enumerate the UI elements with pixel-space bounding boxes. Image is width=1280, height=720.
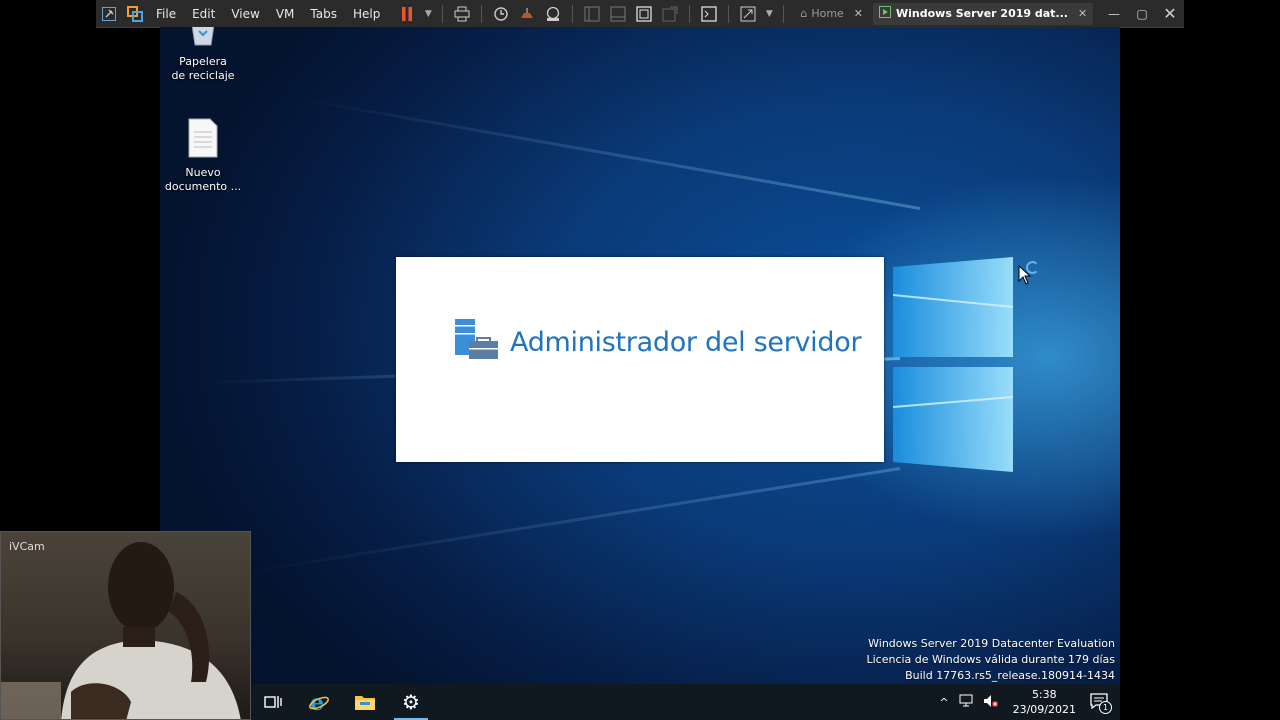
settings-icon[interactable]: ⚙ (388, 684, 434, 720)
watermark-line: Windows Server 2019 Datacenter Evaluatio… (868, 637, 1115, 650)
chevron-down-icon[interactable]: ▼ (763, 3, 775, 25)
notification-count: 1 (1099, 700, 1112, 714)
fullscreen-icon[interactable] (633, 3, 655, 25)
vmware-toolbar: File Edit View VM Tabs Help ▼ ▼ ⌂ Home ✕… (96, 0, 1184, 28)
close-icon[interactable]: ✕ (1078, 7, 1087, 20)
network-icon[interactable] (959, 694, 975, 711)
toolbar-divider (481, 4, 483, 23)
close-window-icon[interactable]: ✕ (1156, 4, 1184, 23)
close-icon[interactable]: ✕ (854, 7, 863, 20)
notification-center-icon[interactable]: 1 (1090, 692, 1112, 714)
toolbar-divider (572, 4, 574, 23)
stretch-guest-icon[interactable] (737, 3, 759, 25)
document-icon (160, 118, 248, 162)
watermark-line: Licencia de Windows válida durante 179 d… (866, 653, 1115, 666)
snapshot-icon[interactable] (490, 3, 512, 25)
webcam-overlay: iVCam (0, 531, 251, 720)
chevron-down-icon[interactable]: ▼ (422, 3, 434, 25)
desktop-icon-document[interactable]: Nuevo documento ... (160, 118, 248, 194)
maximize-icon[interactable]: ▢ (1128, 7, 1156, 21)
busy-spinner-icon (1026, 261, 1039, 274)
menu-view[interactable]: View (223, 7, 267, 21)
pause-icon[interactable] (396, 3, 418, 25)
console-view-icon[interactable] (698, 3, 720, 25)
library-view-icon[interactable] (581, 3, 603, 25)
toolbar-divider (689, 4, 691, 23)
watermark-line: Build 17763.rs5_release.180914-1434 (905, 669, 1115, 682)
light-beam (289, 95, 921, 210)
toolbar-divider (783, 4, 785, 23)
windows-logo (893, 257, 1013, 472)
chevron-up-icon[interactable]: ^ (939, 696, 948, 709)
home-icon: ⌂ (800, 7, 808, 20)
file-explorer-icon[interactable] (342, 684, 388, 720)
menu-file[interactable]: File (148, 7, 184, 21)
vmware-logo-icon[interactable] (124, 3, 146, 25)
window-controls: — ▢ ✕ (1100, 0, 1184, 27)
menu-edit[interactable]: Edit (184, 7, 223, 21)
internet-explorer-icon[interactable]: e (296, 684, 342, 720)
system-tray: ^ 5:38 23/09/2021 1 (933, 684, 1120, 720)
task-view-icon[interactable] (250, 684, 296, 720)
tab-label: Windows Server 2019 dat... (896, 7, 1068, 20)
tab-label: Home (811, 7, 844, 20)
guest-desktop[interactable]: Papelera de reciclaje Nuevo documento ..… (160, 27, 1120, 684)
recycle-bin-icon (160, 27, 248, 51)
webcam-person (1, 542, 241, 719)
server-manager-splash: Administrador del servidor (396, 257, 884, 462)
desktop-icon-recycle-bin[interactable]: Papelera de reciclaje (160, 27, 248, 83)
thumbnail-view-icon[interactable] (607, 3, 629, 25)
toolbar-divider (728, 4, 730, 23)
minimize-icon[interactable]: — (1100, 7, 1128, 21)
clock-time: 5:38 (1031, 688, 1057, 701)
send-ctrl-alt-del-icon[interactable] (451, 3, 473, 25)
desktop-icon-label: Papelera de reciclaje (171, 55, 235, 82)
splash-title: Administrador del servidor (510, 327, 862, 358)
unity-icon[interactable] (659, 3, 681, 25)
server-manager-icon (455, 319, 499, 365)
toolbar-divider (442, 4, 444, 23)
taskbar-clock[interactable]: 5:38 23/09/2021 (1013, 687, 1076, 717)
revert-snapshot-icon[interactable] (516, 3, 538, 25)
vm-icon (879, 6, 892, 21)
menu-help[interactable]: Help (345, 7, 388, 21)
menu-tabs[interactable]: Tabs (302, 7, 345, 21)
guest-taskbar: e ⚙ ^ 5:38 23/09/2021 1 (160, 684, 1120, 720)
volume-muted-icon[interactable] (983, 694, 999, 711)
snapshot-manager-icon[interactable] (542, 3, 564, 25)
pin-icon[interactable] (98, 3, 120, 25)
menu-vm[interactable]: VM (268, 7, 303, 21)
desktop-icon-label: Nuevo documento ... (164, 166, 242, 193)
tab-home[interactable]: ⌂ Home ✕ (794, 3, 869, 25)
tab-windows-server[interactable]: Windows Server 2019 dat... ✕ (873, 2, 1094, 25)
windows-watermark: Windows Server 2019 Datacenter Evaluatio… (866, 636, 1115, 684)
light-beam (247, 467, 901, 574)
clock-date: 23/09/2021 (1012, 703, 1076, 716)
